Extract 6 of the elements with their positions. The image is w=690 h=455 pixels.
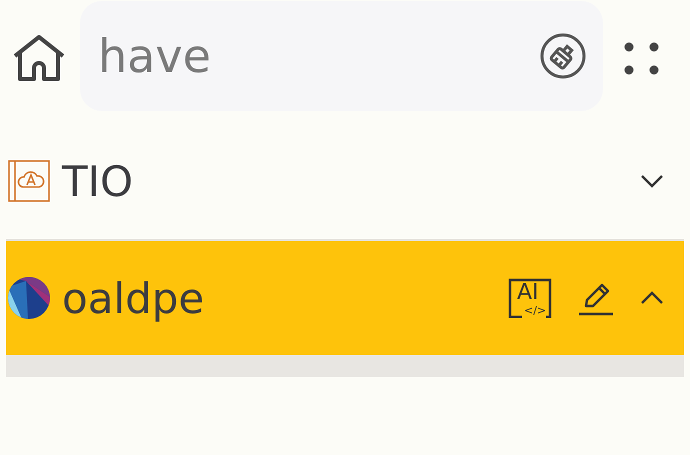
dictionary-row[interactable]: oaldpe AI </> xyxy=(6,239,684,355)
search-field[interactable]: have xyxy=(80,1,603,111)
search-input[interactable]: have xyxy=(98,29,539,83)
dictionary-row[interactable]: TIO xyxy=(0,143,684,219)
dictionary-name: TIO xyxy=(62,156,134,206)
dictionary-name: oaldpe xyxy=(62,274,206,322)
